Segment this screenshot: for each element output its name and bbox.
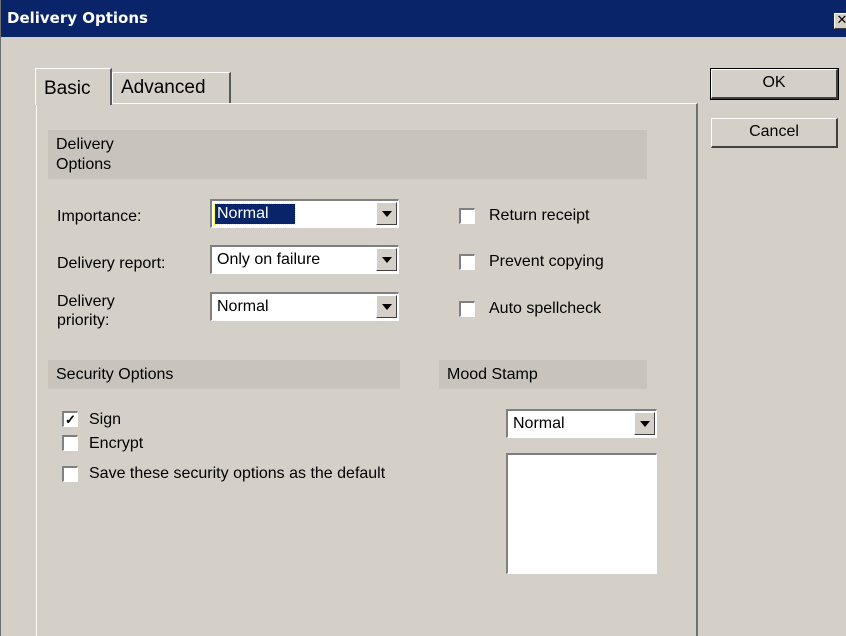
title-bar[interactable]: Delivery Options ✕	[1, 0, 846, 37]
auto-spellcheck-label[interactable]: Auto spellcheck	[489, 299, 601, 318]
importance-value: Normal	[214, 203, 296, 225]
mood-stamp-preview[interactable]	[506, 453, 657, 574]
return-receipt-checkbox[interactable]	[459, 208, 475, 224]
dialog-window: Delivery Options ✕ Basic Advanced Delive…	[0, 0, 846, 636]
mood-stamp-heading: Mood Stamp	[439, 360, 647, 389]
delivery-priority-value: Normal	[217, 298, 269, 315]
encrypt-checkbox[interactable]	[62, 435, 78, 451]
security-options-heading: Security Options	[48, 360, 400, 389]
chevron-down-icon[interactable]	[376, 295, 397, 318]
delivery-report-value: Only on failure	[217, 251, 321, 268]
delivery-priority-label: Delivery priority:	[57, 293, 115, 329]
delivery-report-label: Delivery report:	[57, 255, 166, 272]
cancel-button[interactable]: Cancel	[711, 118, 838, 148]
ok-button[interactable]: OK	[710, 68, 839, 100]
close-button[interactable]: ✕	[834, 13, 846, 29]
importance-select[interactable]: Normal	[210, 199, 399, 228]
chevron-down-icon[interactable]	[634, 412, 655, 435]
encrypt-label[interactable]: Encrypt	[89, 434, 143, 453]
save-default-label[interactable]: Save these security options as the defau…	[89, 464, 385, 483]
sign-checkbox[interactable]: ✓	[62, 411, 78, 427]
close-icon: ✕	[836, 13, 846, 28]
delivery-report-select[interactable]: Only on failure	[210, 245, 399, 274]
tab-advanced-label: Advanced	[121, 77, 206, 98]
tab-basic-label: Basic	[44, 78, 91, 99]
tab-advanced[interactable]: Advanced	[112, 72, 231, 103]
delivery-options-heading: Delivery Options	[48, 130, 647, 179]
prevent-copying-label[interactable]: Prevent copying	[489, 252, 604, 271]
chevron-down-icon[interactable]	[376, 202, 397, 225]
return-receipt-label[interactable]: Return receipt	[489, 206, 590, 225]
prevent-copying-checkbox[interactable]	[459, 254, 475, 270]
auto-spellcheck-checkbox[interactable]	[459, 301, 475, 317]
sign-label[interactable]: Sign	[89, 410, 121, 429]
chevron-down-icon[interactable]	[376, 248, 397, 271]
mood-stamp-select[interactable]: Normal	[506, 409, 657, 438]
delivery-priority-select[interactable]: Normal	[210, 292, 399, 321]
save-default-checkbox[interactable]	[62, 466, 78, 482]
dialog-title: Delivery Options	[7, 9, 148, 27]
tab-basic[interactable]: Basic	[35, 68, 112, 105]
importance-label: Importance:	[57, 208, 142, 225]
mood-stamp-value: Normal	[513, 415, 565, 432]
